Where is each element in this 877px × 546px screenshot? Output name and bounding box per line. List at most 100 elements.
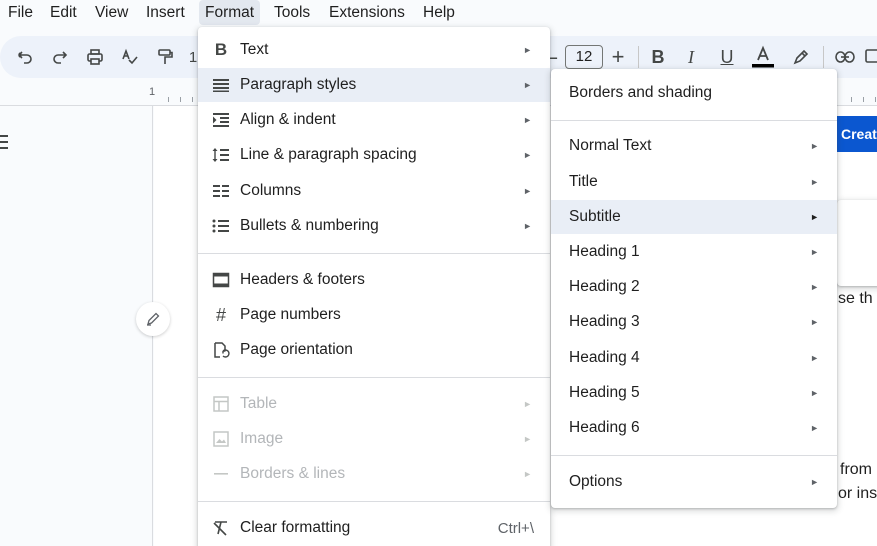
ruler-tick: [851, 97, 852, 102]
format-menu-item-page-orientation[interactable]: Page orientation: [198, 333, 550, 367]
paragraph-styles-menu: Borders and shading Normal Text ► Title …: [551, 69, 837, 508]
menu-item-label: Line & paragraph spacing: [240, 146, 417, 163]
menu-bar: File Edit View Insert Format Tools Exten…: [0, 0, 877, 26]
menu-item-label: Normal Text: [569, 137, 652, 154]
submenu-arrow-icon: ►: [523, 434, 532, 444]
submenu-arrow-icon: ►: [523, 115, 532, 125]
undo-icon[interactable]: [12, 36, 38, 78]
document-text: from: [840, 461, 872, 478]
document-outline-icon[interactable]: [0, 133, 8, 156]
menu-help[interactable]: Help: [417, 0, 461, 25]
submenu-arrow-icon: ►: [810, 477, 819, 487]
format-menu-item-columns[interactable]: Columns ►: [198, 174, 550, 208]
bulleted-list-icon: [210, 215, 232, 237]
menu-item-label: Paragraph styles: [240, 76, 357, 93]
format-menu-item-page-numbers[interactable]: # Page numbers: [198, 298, 550, 332]
menu-item-label: Title: [569, 173, 598, 190]
submenu-arrow-icon: ►: [810, 141, 819, 151]
create-button[interactable]: Create: [832, 116, 877, 152]
menu-item-label: Heading 4: [569, 349, 640, 366]
submenu-arrow-icon: ►: [523, 469, 532, 479]
submenu-arrow-icon: ►: [523, 186, 532, 196]
paragraph-styles-item-heading-4[interactable]: Heading 4 ►: [551, 341, 837, 375]
menu-item-label: Image: [240, 430, 284, 447]
menu-extensions[interactable]: Extensions: [323, 0, 411, 25]
paragraph-styles-item-options[interactable]: Options ►: [551, 465, 837, 499]
ruler-tick: [192, 97, 193, 102]
format-menu-item-image: Image ►: [198, 422, 550, 456]
columns-icon: [210, 180, 232, 202]
menu-item-label: Table: [240, 395, 278, 412]
toolbar-divider: [823, 46, 824, 68]
edit-pencil-button[interactable]: [136, 302, 170, 336]
menu-item-label: Headers & footers: [240, 271, 365, 288]
menu-edit[interactable]: Edit: [44, 0, 83, 25]
submenu-arrow-icon: ►: [810, 282, 819, 292]
line-spacing-icon: [210, 144, 232, 166]
hash-icon: #: [215, 304, 226, 325]
menu-item-label: Align & indent: [240, 111, 336, 128]
toolbar-divider: [638, 46, 639, 68]
font-size-input[interactable]: 12: [565, 45, 603, 69]
paragraph-styles-item-heading-1[interactable]: Heading 1 ►: [551, 235, 837, 269]
submenu-arrow-icon: ►: [523, 150, 532, 160]
menu-item-label: Page orientation: [240, 341, 353, 358]
submenu-arrow-icon: ►: [810, 212, 819, 222]
paragraph-styles-item-heading-3[interactable]: Heading 3 ►: [551, 305, 837, 339]
menu-separator: [198, 501, 550, 502]
paragraph-styles-item-heading-5[interactable]: Heading 5 ►: [551, 376, 837, 410]
left-pane: [0, 106, 153, 546]
spellcheck-icon[interactable]: [117, 36, 143, 78]
submenu-arrow-icon: ►: [523, 399, 532, 409]
format-menu-item-bullets-numbering[interactable]: Bullets & numbering ►: [198, 209, 550, 243]
indent-icon: [210, 109, 232, 131]
paragraph-styles-item-heading-2[interactable]: Heading 2 ►: [551, 270, 837, 304]
format-menu-item-line-spacing[interactable]: Line & paragraph spacing ►: [198, 138, 550, 172]
paint-format-icon[interactable]: [152, 36, 178, 78]
submenu-arrow-icon: ►: [810, 353, 819, 363]
paragraph-styles-item-normal-text[interactable]: Normal Text ►: [551, 129, 837, 163]
page-orientation-icon: [210, 339, 232, 361]
ruler-tick: [168, 97, 169, 102]
menu-item-label: Borders and shading: [569, 84, 713, 101]
menu-tools[interactable]: Tools: [268, 0, 316, 25]
image-icon: [210, 428, 232, 450]
menu-insert[interactable]: Insert: [140, 0, 191, 25]
print-icon[interactable]: [82, 36, 108, 78]
submenu-arrow-icon: ►: [810, 423, 819, 433]
paragraph-styles-item-borders-shading[interactable]: Borders and shading: [551, 76, 837, 110]
format-menu-item-clear-formatting[interactable]: Clear formatting Ctrl+\: [198, 511, 550, 545]
menu-separator: [551, 120, 837, 121]
add-comment-icon[interactable]: [864, 36, 877, 78]
ruler-tick: [863, 97, 864, 102]
keyboard-shortcut: Ctrl+\: [497, 519, 534, 537]
menu-item-label: Clear formatting: [240, 519, 351, 536]
submenu-arrow-icon: ►: [523, 45, 532, 55]
paragraph-styles-item-title[interactable]: Title ►: [551, 165, 837, 199]
format-menu-item-paragraph-styles[interactable]: Paragraph styles ►: [198, 68, 550, 102]
ruler-tick: [875, 97, 876, 102]
redo-icon[interactable]: [47, 36, 73, 78]
menu-item-label: Columns: [240, 182, 302, 199]
format-menu-item-text[interactable]: B Text ►: [198, 33, 550, 67]
paragraph-styles-item-heading-6[interactable]: Heading 6 ►: [551, 411, 837, 445]
ruler-tick: [180, 97, 181, 102]
table-icon: [210, 393, 232, 415]
menu-item-label: Borders & lines: [240, 465, 346, 482]
menu-separator: [198, 377, 550, 378]
submenu-arrow-icon: ►: [523, 221, 532, 231]
menu-format[interactable]: Format: [199, 0, 261, 25]
menu-separator: [551, 455, 837, 456]
paragraph-styles-item-subtitle[interactable]: Subtitle ►: [551, 200, 837, 234]
subtitle-submenu: [837, 200, 877, 286]
format-menu-item-borders-lines: Borders & lines ►: [198, 457, 550, 491]
pencil-icon: [147, 312, 160, 326]
menu-item-label: Heading 6: [569, 419, 640, 436]
menu-file[interactable]: File: [2, 0, 39, 25]
zoom-value[interactable]: 1: [188, 36, 198, 78]
ruler-number: 1: [149, 86, 156, 98]
menu-view[interactable]: View: [89, 0, 134, 25]
format-menu-item-headers-footers[interactable]: Headers & footers: [198, 263, 550, 297]
format-menu-item-align-indent[interactable]: Align & indent ►: [198, 103, 550, 137]
menu-item-label: Bullets & numbering: [240, 217, 379, 234]
